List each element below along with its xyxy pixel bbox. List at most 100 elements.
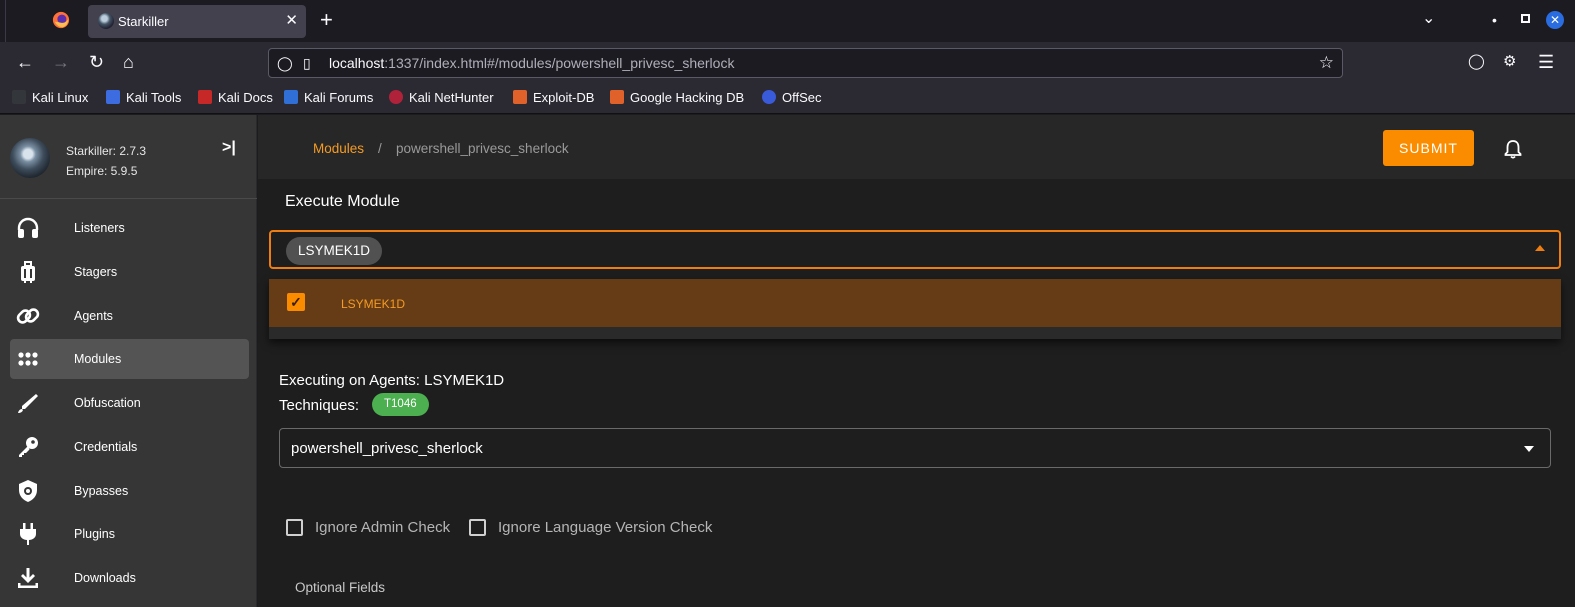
- collapse-sidebar-icon[interactable]: >|: [222, 139, 236, 157]
- sidebar-item-label: Bypasses: [74, 484, 129, 498]
- offsec-icon: [762, 90, 776, 104]
- tracking-shield-icon[interactable]: ◯: [277, 55, 293, 72]
- bookmark-google-hacking-db[interactable]: Google Hacking DB: [610, 90, 744, 105]
- tab-close-icon[interactable]: ✕: [285, 11, 298, 29]
- sidebar-item-label: Credentials: [74, 440, 138, 454]
- checkbox-label: Ignore Admin Check: [315, 519, 451, 536]
- bell-icon[interactable]: [1504, 139, 1522, 159]
- agent-option-label: LSYMEK1D: [341, 297, 406, 311]
- sidebar-item-label: Obfuscation: [74, 396, 141, 410]
- kali-forums-icon: [284, 90, 298, 104]
- sidebar-item-stagers[interactable]: Stagers: [10, 252, 249, 292]
- download-icon: [18, 568, 38, 588]
- sidebar-item-label: Modules: [74, 352, 122, 366]
- window-close-icon[interactable]: ✕: [1546, 11, 1564, 29]
- pocket-icon[interactable]: ◯: [1468, 52, 1485, 72]
- luggage-icon: [21, 261, 35, 283]
- technique-chip[interactable]: T1046: [372, 393, 429, 416]
- bookmark-offsec[interactable]: OffSec: [762, 90, 822, 105]
- bookmark-star-icon[interactable]: ☆: [1319, 53, 1334, 73]
- reload-icon[interactable]: ↻: [89, 52, 104, 72]
- sidebar-item-modules[interactable]: Modules: [10, 339, 249, 379]
- checkbox-checked-icon[interactable]: ✓: [287, 293, 305, 311]
- sidebar-item-agents[interactable]: Agents: [10, 296, 249, 336]
- tab-strip-edge: [0, 0, 6, 42]
- bookmark-kali-forums[interactable]: Kali Forums: [284, 90, 373, 105]
- nethunter-icon: [389, 90, 403, 104]
- bookmark-label: OffSec: [782, 90, 822, 105]
- extensions-icon[interactable]: ⚙: [1503, 52, 1516, 72]
- home-icon[interactable]: ⌂: [123, 52, 134, 72]
- sidebar-item-label: Downloads: [74, 571, 136, 585]
- bookmark-kali-linux[interactable]: Kali Linux: [12, 90, 88, 105]
- bookmark-label: Kali Docs: [218, 90, 273, 105]
- url-bar[interactable]: ◯ ▯ localhost:1337/index.html#/modules/p…: [268, 48, 1343, 78]
- bookmark-label: Kali NetHunter: [409, 90, 494, 105]
- bookmark-label: Kali Linux: [32, 90, 89, 105]
- breadcrumb-current: powershell_privesc_sherlock: [396, 141, 569, 156]
- checkbox-unchecked-icon[interactable]: [469, 519, 486, 536]
- sidebar-item-downloads[interactable]: Downloads: [10, 558, 249, 598]
- apps-grid-icon: [18, 352, 38, 366]
- caret-down-icon[interactable]: [1524, 446, 1534, 452]
- bookmark-exploit-db[interactable]: Exploit-DB: [513, 90, 594, 105]
- key-icon: [19, 437, 38, 457]
- ignore-language-version-check-checkbox[interactable]: Ignore Language Version Check: [469, 518, 729, 538]
- bookmark-kali-docs[interactable]: Kali Docs: [198, 90, 273, 105]
- sidebar-item-label: Agents: [74, 309, 113, 323]
- submit-button[interactable]: SUBMIT: [1383, 130, 1474, 166]
- url-text[interactable]: localhost:1337/index.html#/modules/power…: [329, 55, 734, 71]
- link-icon: [16, 308, 40, 324]
- new-tab-button[interactable]: +: [320, 8, 333, 32]
- sidebar-item-credentials[interactable]: Credentials: [10, 427, 249, 467]
- kali-docs-icon: [198, 90, 212, 104]
- kali-dragon-icon: [12, 90, 26, 104]
- bookmark-label: Google Hacking DB: [630, 90, 745, 105]
- module-select[interactable]: powershell_privesc_sherlock: [279, 428, 1551, 468]
- checkbox-unchecked-icon[interactable]: [286, 519, 303, 536]
- sidebar-item-listeners[interactable]: Listeners: [10, 208, 249, 248]
- execute-module-card: Execute Module LSYMEK1D ✓ LSYMEK1D Execu…: [258, 179, 1575, 607]
- sidebar-item-obfuscation[interactable]: Obfuscation: [10, 383, 249, 423]
- sidebar-item-label: Listeners: [74, 221, 125, 235]
- bookmark-kali-nethunter[interactable]: Kali NetHunter: [389, 90, 494, 105]
- tab-list-chevron-icon[interactable]: ⌄: [1422, 8, 1435, 28]
- forward-arrow-icon[interactable]: →: [52, 52, 70, 72]
- executing-on-agents: Executing on Agents: LSYMEK1D: [279, 372, 505, 389]
- back-arrow-icon[interactable]: ←: [16, 52, 34, 72]
- shield-icon: [19, 480, 37, 502]
- menu-icon[interactable]: ☰: [1538, 52, 1554, 72]
- selected-agent-chip[interactable]: LSYMEK1D: [286, 237, 383, 265]
- module-select-value: powershell_privesc_sherlock: [291, 440, 483, 457]
- maximize-icon[interactable]: [1521, 14, 1530, 23]
- minimize-icon[interactable]: •: [1492, 12, 1497, 28]
- sidebar-header: Starkiller: 2.7.3 Empire: 5.9.5 >|: [0, 115, 257, 199]
- bookmark-label: Exploit-DB: [533, 90, 595, 105]
- firefox-icon[interactable]: [52, 11, 70, 29]
- caret-up-icon[interactable]: [1535, 245, 1545, 251]
- sidebar-item-bypasses[interactable]: Bypasses: [10, 471, 249, 511]
- main-content: Modules / powershell_privesc_sherlock SU…: [258, 115, 1575, 607]
- bookmarks-bar: Kali Linux Kali Tools Kali Docs Kali For…: [0, 84, 1575, 114]
- bookmark-label: Kali Tools: [126, 90, 182, 105]
- version-info: Starkiller: 2.7.3 Empire: 5.9.5: [66, 141, 146, 181]
- headphones-icon: [17, 217, 39, 238]
- sidebar-item-label: Stagers: [74, 265, 118, 279]
- tab-starkiller[interactable]: Starkiller ✕: [88, 5, 306, 38]
- brush-icon: [18, 394, 38, 413]
- starkiller-favicon-icon: [98, 13, 114, 29]
- bookmark-kali-tools[interactable]: Kali Tools: [106, 90, 181, 105]
- optional-fields-header[interactable]: Optional Fields: [295, 580, 385, 595]
- breadcrumb-separator: /: [378, 141, 382, 156]
- agent-option[interactable]: ✓ LSYMEK1D: [269, 279, 1561, 327]
- breadcrumb-modules-link[interactable]: Modules: [313, 141, 364, 156]
- ignore-admin-check-checkbox[interactable]: Ignore Admin Check: [286, 518, 461, 538]
- sidebar-item-plugins[interactable]: Plugins: [10, 514, 249, 554]
- agent-select[interactable]: LSYMEK1D: [269, 230, 1561, 269]
- browser-tab-bar: Starkiller ✕ + ⌄ • ✕: [0, 0, 1575, 42]
- starkiller-version: Starkiller: 2.7.3: [66, 144, 147, 158]
- page-info-icon[interactable]: ▯: [303, 55, 311, 72]
- avatar: [10, 138, 50, 178]
- sidebar-item-label: Plugins: [74, 527, 115, 541]
- url-host: localhost: [329, 55, 385, 71]
